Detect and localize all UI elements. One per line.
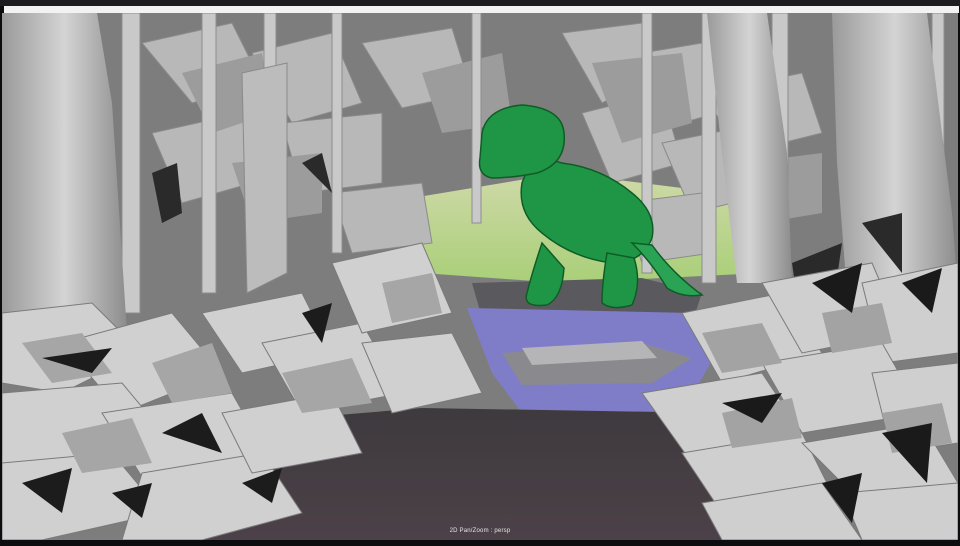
viewport-frame-border <box>4 6 959 13</box>
status-bar <box>0 540 960 546</box>
camera-label: 2D Pan/Zoom : persp <box>449 528 511 534</box>
scene-render <box>2 13 958 540</box>
3d-viewport[interactable]: 2D Pan/Zoom : persp <box>2 13 958 540</box>
